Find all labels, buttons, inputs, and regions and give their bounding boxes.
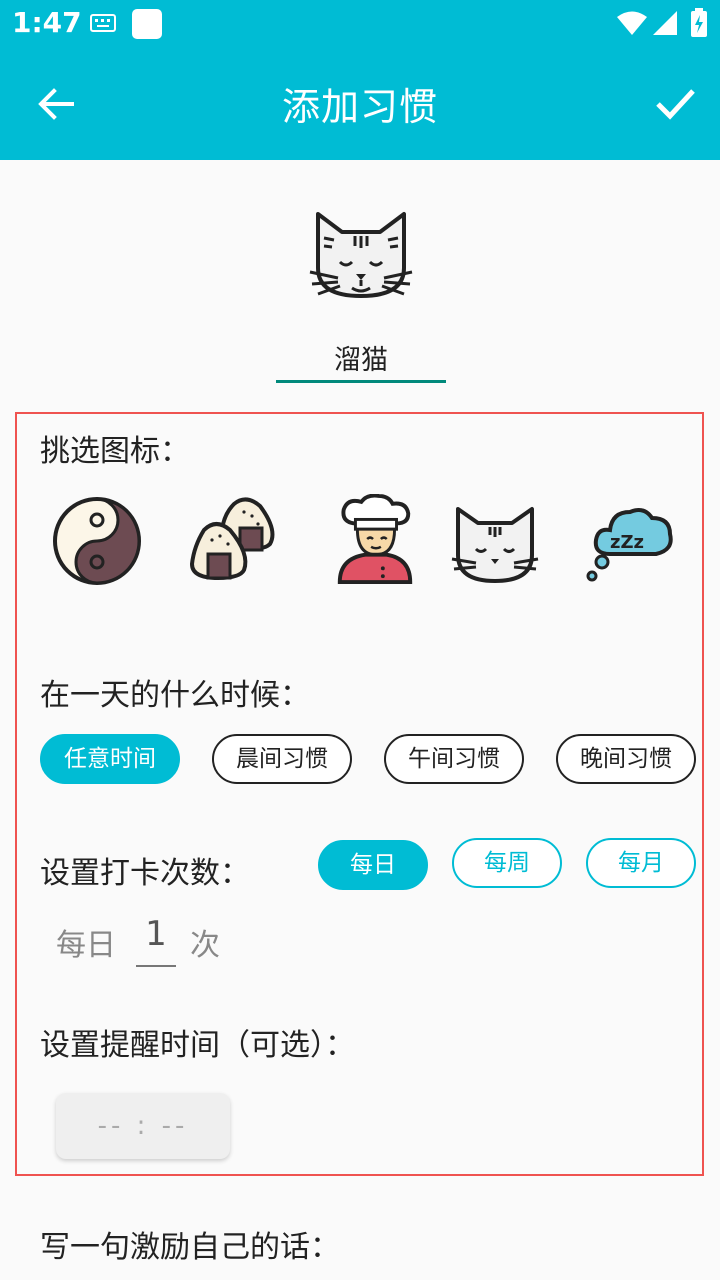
yin-yang-icon[interactable] — [52, 496, 142, 586]
icon-picker-label: 挑选图标： — [40, 434, 190, 469]
page-title: 添加习惯 — [281, 85, 438, 129]
frequency-suffix: 次 — [190, 928, 220, 963]
battery-icon — [691, 8, 707, 37]
cat-icon[interactable] — [450, 500, 540, 590]
time-option-noon[interactable]: 午间习惯 — [384, 734, 524, 784]
notification-icon — [132, 9, 162, 39]
reminder-label: 设置提醒时间（可选）： — [40, 1028, 355, 1063]
frequency-count-input[interactable]: 1 — [136, 914, 176, 954]
rice-ball-icon[interactable] — [188, 494, 278, 584]
selected-cat-icon — [309, 212, 413, 298]
time-option-any[interactable]: 任意时间 — [40, 734, 180, 784]
habit-name-input[interactable]: 溜猫 — [276, 338, 446, 377]
habit-name-underline — [276, 380, 446, 383]
time-option-morning[interactable]: 晨间习惯 — [212, 734, 352, 784]
time-option-evening[interactable]: 晚间习惯 — [556, 734, 696, 784]
reminder-time-button[interactable]: -- : -- — [56, 1093, 230, 1159]
period-monthly-button[interactable]: 每月 — [586, 838, 696, 888]
period-daily-button[interactable]: 每日 — [318, 840, 428, 890]
frequency-count-underline — [136, 965, 176, 967]
status-bar: 1:47 — [0, 0, 720, 48]
time-of-day-label: 在一天的什么时候： — [40, 678, 310, 713]
app-bar: 添加习惯 — [0, 48, 720, 160]
sleep-cloud-icon[interactable]: zZz — [586, 496, 676, 586]
checkin-label: 设置打卡次数： — [40, 856, 250, 891]
wifi-icon — [617, 11, 647, 35]
keyboard-icon — [90, 14, 116, 32]
period-weekly-button[interactable]: 每周 — [452, 838, 562, 888]
signal-icon — [653, 11, 677, 35]
motivation-label: 写一句激励自己的话： — [40, 1230, 340, 1265]
check-icon[interactable] — [650, 78, 700, 128]
chef-icon[interactable] — [330, 494, 420, 584]
frequency-prefix: 每日 — [56, 928, 116, 963]
svg-text:zZz: zZz — [610, 532, 644, 553]
status-time: 1:47 — [12, 6, 82, 39]
